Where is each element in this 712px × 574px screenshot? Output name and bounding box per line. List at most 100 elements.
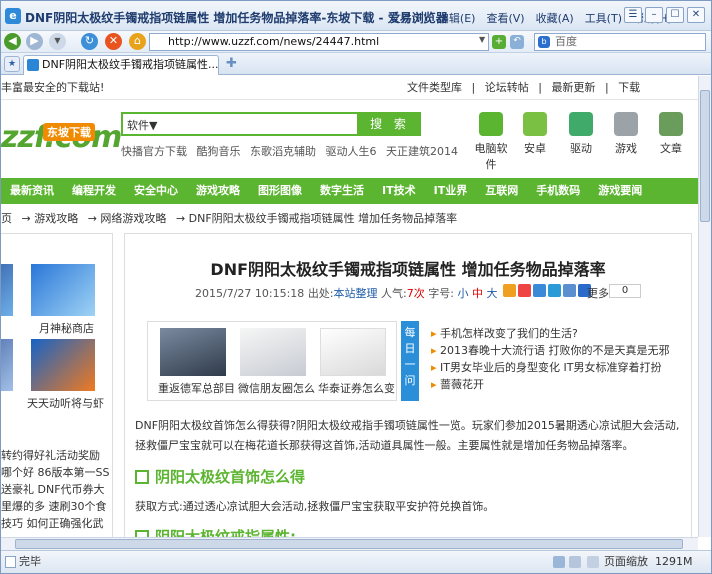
list-item[interactable]: 2013春晚十大流行语 打败你的不是天真是无邪 xyxy=(431,344,670,357)
zoom-control[interactable]: 页面缩放 xyxy=(604,551,648,573)
share-more-link[interactable]: 更多 xyxy=(587,285,609,301)
maximize-button[interactable]: ☐ xyxy=(666,7,684,23)
kaixin-icon[interactable] xyxy=(563,284,576,297)
list-item[interactable]: 蔷薇花开 xyxy=(431,378,484,391)
nav-item[interactable]: IT业界 xyxy=(425,178,477,204)
close-button[interactable]: ✕ xyxy=(687,7,705,23)
thumbnail-caption[interactable]: 微信朋友圈怎么 xyxy=(238,380,315,396)
list-item[interactable]: 里爆的多 速刷30个食 xyxy=(1,498,109,515)
baidu-icon[interactable]: b xyxy=(538,36,550,48)
nav-item[interactable]: 安全中心 xyxy=(125,178,187,204)
nav-item[interactable]: 数字生活 xyxy=(311,178,373,204)
font-medium-link[interactable]: 中 xyxy=(472,287,483,300)
weibo-icon[interactable] xyxy=(518,284,531,297)
menu-view[interactable]: 查看(V) xyxy=(486,10,524,26)
breadcrumb-item[interactable]: → 网络游戏攻略 xyxy=(88,212,167,225)
tab-current[interactable]: DNF阴阳太极纹手镯戒指项链属性... xyxy=(23,55,219,75)
top-links: 文件类型库 | 论坛转帖 | 最新更新 | 下载 xyxy=(407,76,646,100)
window-controls: ☰ – ☐ ✕ xyxy=(624,7,705,23)
source-link[interactable]: 本站整理 xyxy=(334,287,378,300)
tencent-weibo-icon[interactable] xyxy=(533,284,546,297)
status-tool-icon[interactable] xyxy=(553,556,565,568)
nav-item[interactable]: 图形图像 xyxy=(249,178,311,204)
vertical-scrollbar[interactable] xyxy=(698,76,711,537)
link-latest[interactable]: 最新更新 xyxy=(551,81,595,94)
category-driver[interactable]: 驱动 xyxy=(561,112,601,156)
thumbnail-caption[interactable]: 华泰证券怎么变 xyxy=(318,380,395,396)
link-file-types[interactable]: 文件类型库 xyxy=(407,81,462,94)
hot-word[interactable]: 驱动人生6 xyxy=(326,145,377,158)
nav-item[interactable]: 游戏攻略 xyxy=(187,178,249,204)
go-icon[interactable]: + xyxy=(492,35,506,49)
scrollbar-thumb[interactable] xyxy=(15,539,683,549)
section-heading-text: 阴阳太极纹戒指属性: xyxy=(155,528,296,537)
category-games[interactable]: 游戏 xyxy=(606,112,646,156)
status-tool-icon[interactable] xyxy=(569,556,581,568)
refresh-icon[interactable]: ↻ xyxy=(81,33,98,50)
list-item[interactable]: 转约得好礼活动奖励 xyxy=(1,447,109,464)
promo-caption[interactable]: 月神秘商店 xyxy=(39,320,94,336)
link-forum[interactable]: 论坛转帖 xyxy=(485,81,529,94)
promo-image[interactable] xyxy=(1,264,13,316)
promo-image[interactable] xyxy=(31,264,95,316)
nav-item[interactable]: 游戏要闻 xyxy=(589,178,651,204)
qzone-icon[interactable] xyxy=(503,284,516,297)
address-bar[interactable]: http://www.uzzf.com/news/24447.html xyxy=(149,33,489,51)
menu-edit[interactable]: 编辑(E) xyxy=(438,10,476,26)
forward-icon[interactable]: ▶ xyxy=(26,33,43,50)
promo-caption[interactable]: 天天动听将与虾 xyxy=(27,395,104,411)
new-tab-icon[interactable]: ✚ xyxy=(223,56,240,73)
list-item[interactable]: 技巧 如何正确强化武 xyxy=(1,515,109,532)
hot-word[interactable]: 东歌滔克辅助 xyxy=(250,145,316,158)
hot-word[interactable]: 酷狗音乐 xyxy=(197,145,241,158)
nav-item[interactable]: 最新资讯 xyxy=(1,178,63,204)
undo-icon[interactable]: ↶ xyxy=(510,35,524,49)
menu-favorites[interactable]: 收藏(A) xyxy=(536,10,574,26)
menu-file[interactable]: 文件(F) xyxy=(390,10,427,26)
thumbnail-image[interactable] xyxy=(160,328,226,376)
minimize-button[interactable]: – xyxy=(645,7,663,23)
hot-word[interactable]: 快播官方下载 xyxy=(121,145,187,158)
list-item[interactable]: 送豪礼 DNF代币券大 xyxy=(1,481,109,498)
renren-icon[interactable] xyxy=(548,284,561,297)
site-search-input[interactable]: 软件▼ xyxy=(121,112,359,136)
promo-image[interactable] xyxy=(31,339,95,391)
history-dropdown-icon[interactable]: ▼ xyxy=(49,33,66,50)
breadcrumb-item[interactable]: → 游戏攻略 xyxy=(22,212,79,225)
back-icon[interactable]: ◀ xyxy=(4,33,21,50)
tab-favicon xyxy=(27,59,39,71)
zoom-icon[interactable] xyxy=(587,556,599,568)
horizontal-scrollbar[interactable] xyxy=(1,537,698,550)
menu-icon[interactable]: ☰ xyxy=(624,7,642,23)
hot-word[interactable]: 天正建筑2014 xyxy=(386,145,458,158)
font-small-link[interactable]: 小 xyxy=(457,287,468,300)
category-articles[interactable]: 文章 xyxy=(651,112,691,156)
nav-item[interactable]: 手机数码 xyxy=(527,178,589,204)
chevron-down-icon[interactable]: ▼ xyxy=(479,35,485,44)
menu-tools[interactable]: 工具(T) xyxy=(585,10,622,26)
category-software[interactable]: 电脑软件 xyxy=(471,112,511,172)
list-item[interactable]: 手机怎样改变了我们的生活? xyxy=(431,327,578,340)
thumbnail-caption[interactable]: 重返德军总部目 xyxy=(158,380,235,396)
nav-item[interactable]: 互联网 xyxy=(476,178,527,204)
breadcrumb-item[interactable]: 页 xyxy=(1,212,12,225)
search-button[interactable]: 搜 索 xyxy=(359,112,421,136)
list-item[interactable]: 哪个好 86版本第一SS xyxy=(1,464,109,481)
link-download[interactable]: 下载 xyxy=(618,81,640,94)
promo-image[interactable] xyxy=(1,339,13,391)
nav-item[interactable]: 编程开发 xyxy=(63,178,125,204)
search-category-select[interactable]: 软件▼ xyxy=(127,117,157,133)
nav-item[interactable]: IT技术 xyxy=(373,178,425,204)
thumbnail-image[interactable] xyxy=(320,328,386,376)
stop-icon[interactable]: ✕ xyxy=(105,33,122,50)
share-count: 0 xyxy=(609,284,641,298)
category-android[interactable]: 安卓 xyxy=(515,112,555,156)
home-icon[interactable]: ⌂ xyxy=(129,33,146,50)
search-input[interactable]: 百度 xyxy=(534,33,706,51)
font-large-link[interactable]: 大 xyxy=(486,287,497,300)
thumbnail-image[interactable] xyxy=(240,328,306,376)
favorites-star-icon[interactable]: ★ xyxy=(4,56,20,72)
scrollbar-thumb[interactable] xyxy=(700,90,710,222)
list-item[interactable]: IT男女毕业后的身型变化 IT男女标准穿着打扮 xyxy=(431,361,661,374)
category-label: 电脑软件 xyxy=(474,142,508,171)
